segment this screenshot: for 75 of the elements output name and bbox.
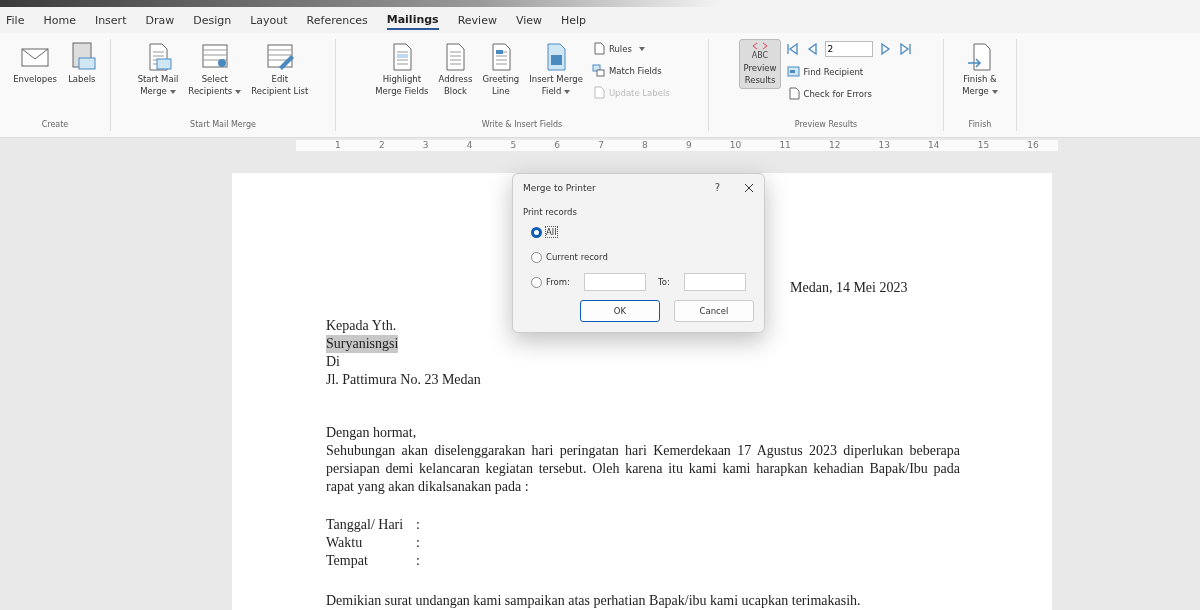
group-label: Print records	[523, 207, 578, 217]
colon-text: :	[416, 516, 420, 534]
menu-tab[interactable]: View	[515, 11, 542, 29]
menu-tab[interactable]: File	[6, 11, 25, 29]
group-label: Start Mail Merge	[189, 119, 257, 131]
ribbon-button[interactable]: Finish & Merge	[959, 39, 1001, 100]
detail-label: Waktu	[326, 534, 363, 552]
from-field[interactable]	[583, 273, 646, 291]
caret-icon	[564, 90, 571, 95]
find-card-icon	[786, 65, 800, 79]
ribbon-small-button[interactable]: Rules	[589, 41, 672, 57]
last-record-icon[interactable]	[898, 42, 913, 57]
group-label: Create	[40, 119, 70, 131]
colon-text: :	[416, 552, 420, 570]
ribbon-small-button[interactable]: Match Fields	[589, 63, 672, 79]
close-icon	[744, 182, 754, 193]
address-line: Di	[326, 353, 340, 371]
ribbon-button[interactable]: Address Block	[435, 39, 476, 100]
address-line: Jl. Pattimura No. 23 Medan	[326, 371, 481, 389]
caret-icon	[991, 90, 998, 95]
ribbon-small-button[interactable]: Check for Errors	[784, 86, 913, 102]
menu-tab[interactable]: Help	[561, 11, 587, 29]
menu-tab[interactable]: Mailings	[386, 10, 439, 30]
document-icon	[591, 42, 605, 56]
menu-tab[interactable]: References	[306, 11, 368, 29]
group-label: Preview Results	[793, 119, 859, 131]
help-button[interactable]: ?	[714, 182, 720, 193]
to-label: To:	[657, 277, 670, 287]
body-paragraph: Sehubungan akan diselenggarakan hari peringatan hari Kemerdekaan 17 Agustus 2023 diperlukan beberapa persiapan demi kelancaran kegiatan tersebut. Oleh karena itu kami kami harapkan kehadian Bapak/Ibu pada rapat yang akan dikalsanakan pada :	[326, 442, 960, 496]
preview-results-button[interactable]: ABC Preview Results	[739, 39, 781, 90]
document-check-icon	[786, 87, 800, 101]
match-fields-icon	[591, 64, 605, 78]
greeting-text: Dengan hormat,	[326, 424, 417, 442]
ribbon-button[interactable]: Start Mail Merge	[134, 39, 182, 100]
caret-icon	[169, 90, 176, 95]
dialog-button[interactable]: Cancel	[674, 300, 754, 322]
ribbon-button[interactable]: Greeting Line	[479, 39, 523, 100]
detail-label: Tempat	[326, 552, 368, 570]
menu-tab[interactable]: Layout	[250, 11, 288, 29]
dialog-title: Merge to Printer	[523, 182, 597, 193]
group-label: Finish	[967, 119, 993, 131]
option-label: From:	[546, 277, 570, 287]
ribbon-button[interactable]: Select Recipients	[185, 39, 245, 100]
caret-icon	[638, 46, 645, 51]
caret-icon	[235, 90, 242, 95]
radio-button[interactable]	[531, 251, 542, 263]
menu-tab[interactable]: Design	[193, 11, 232, 29]
colon-text: :	[416, 534, 420, 552]
close-button[interactable]	[744, 182, 754, 193]
chevrons-icon	[750, 42, 770, 51]
ruler: 1 2 3 4 5 6 7 8 9 10 11 12 13 14 15 16	[296, 139, 1058, 151]
to-field[interactable]	[683, 273, 746, 291]
group-label: Write & Insert Fields	[480, 119, 564, 131]
record-field[interactable]: 2	[824, 41, 873, 58]
ribbon-button[interactable]: Insert Merge Field	[526, 39, 586, 100]
menu-tab[interactable]: Insert	[94, 11, 127, 29]
menu-tab[interactable]: Draw	[145, 11, 175, 29]
menu-tab[interactable]: Home	[43, 11, 76, 29]
dialog-button[interactable]: OK	[580, 300, 660, 322]
document-icon	[591, 86, 605, 100]
ribbon-small-button[interactable]: Find Recipient	[784, 64, 913, 80]
ribbon-button[interactable]: Labels	[63, 39, 100, 88]
date-text: Medan, 14 Mei 2023	[790, 279, 908, 297]
ribbon-button[interactable]: Envelopes	[10, 39, 60, 88]
ribbon-button[interactable]: Edit Recipient List	[248, 39, 312, 100]
option-label: Current record	[546, 252, 608, 262]
radio-button[interactable]	[531, 276, 542, 288]
address-line: Kepada Yth.	[326, 317, 397, 335]
radio-button[interactable]	[531, 226, 542, 238]
menu-tab[interactable]: Review	[457, 11, 497, 29]
ribbon-button[interactable]: Highlight Merge Fields	[372, 39, 432, 100]
detail-label: Tanggal/ Hari	[326, 516, 404, 534]
closing-paragraph: Demikian surat undangan kami sampaikan atas perhatian Bapak/ibu kami ucapkan terimakasih.	[326, 592, 861, 610]
first-record-icon[interactable]	[784, 42, 799, 57]
option-label: All	[546, 227, 557, 237]
